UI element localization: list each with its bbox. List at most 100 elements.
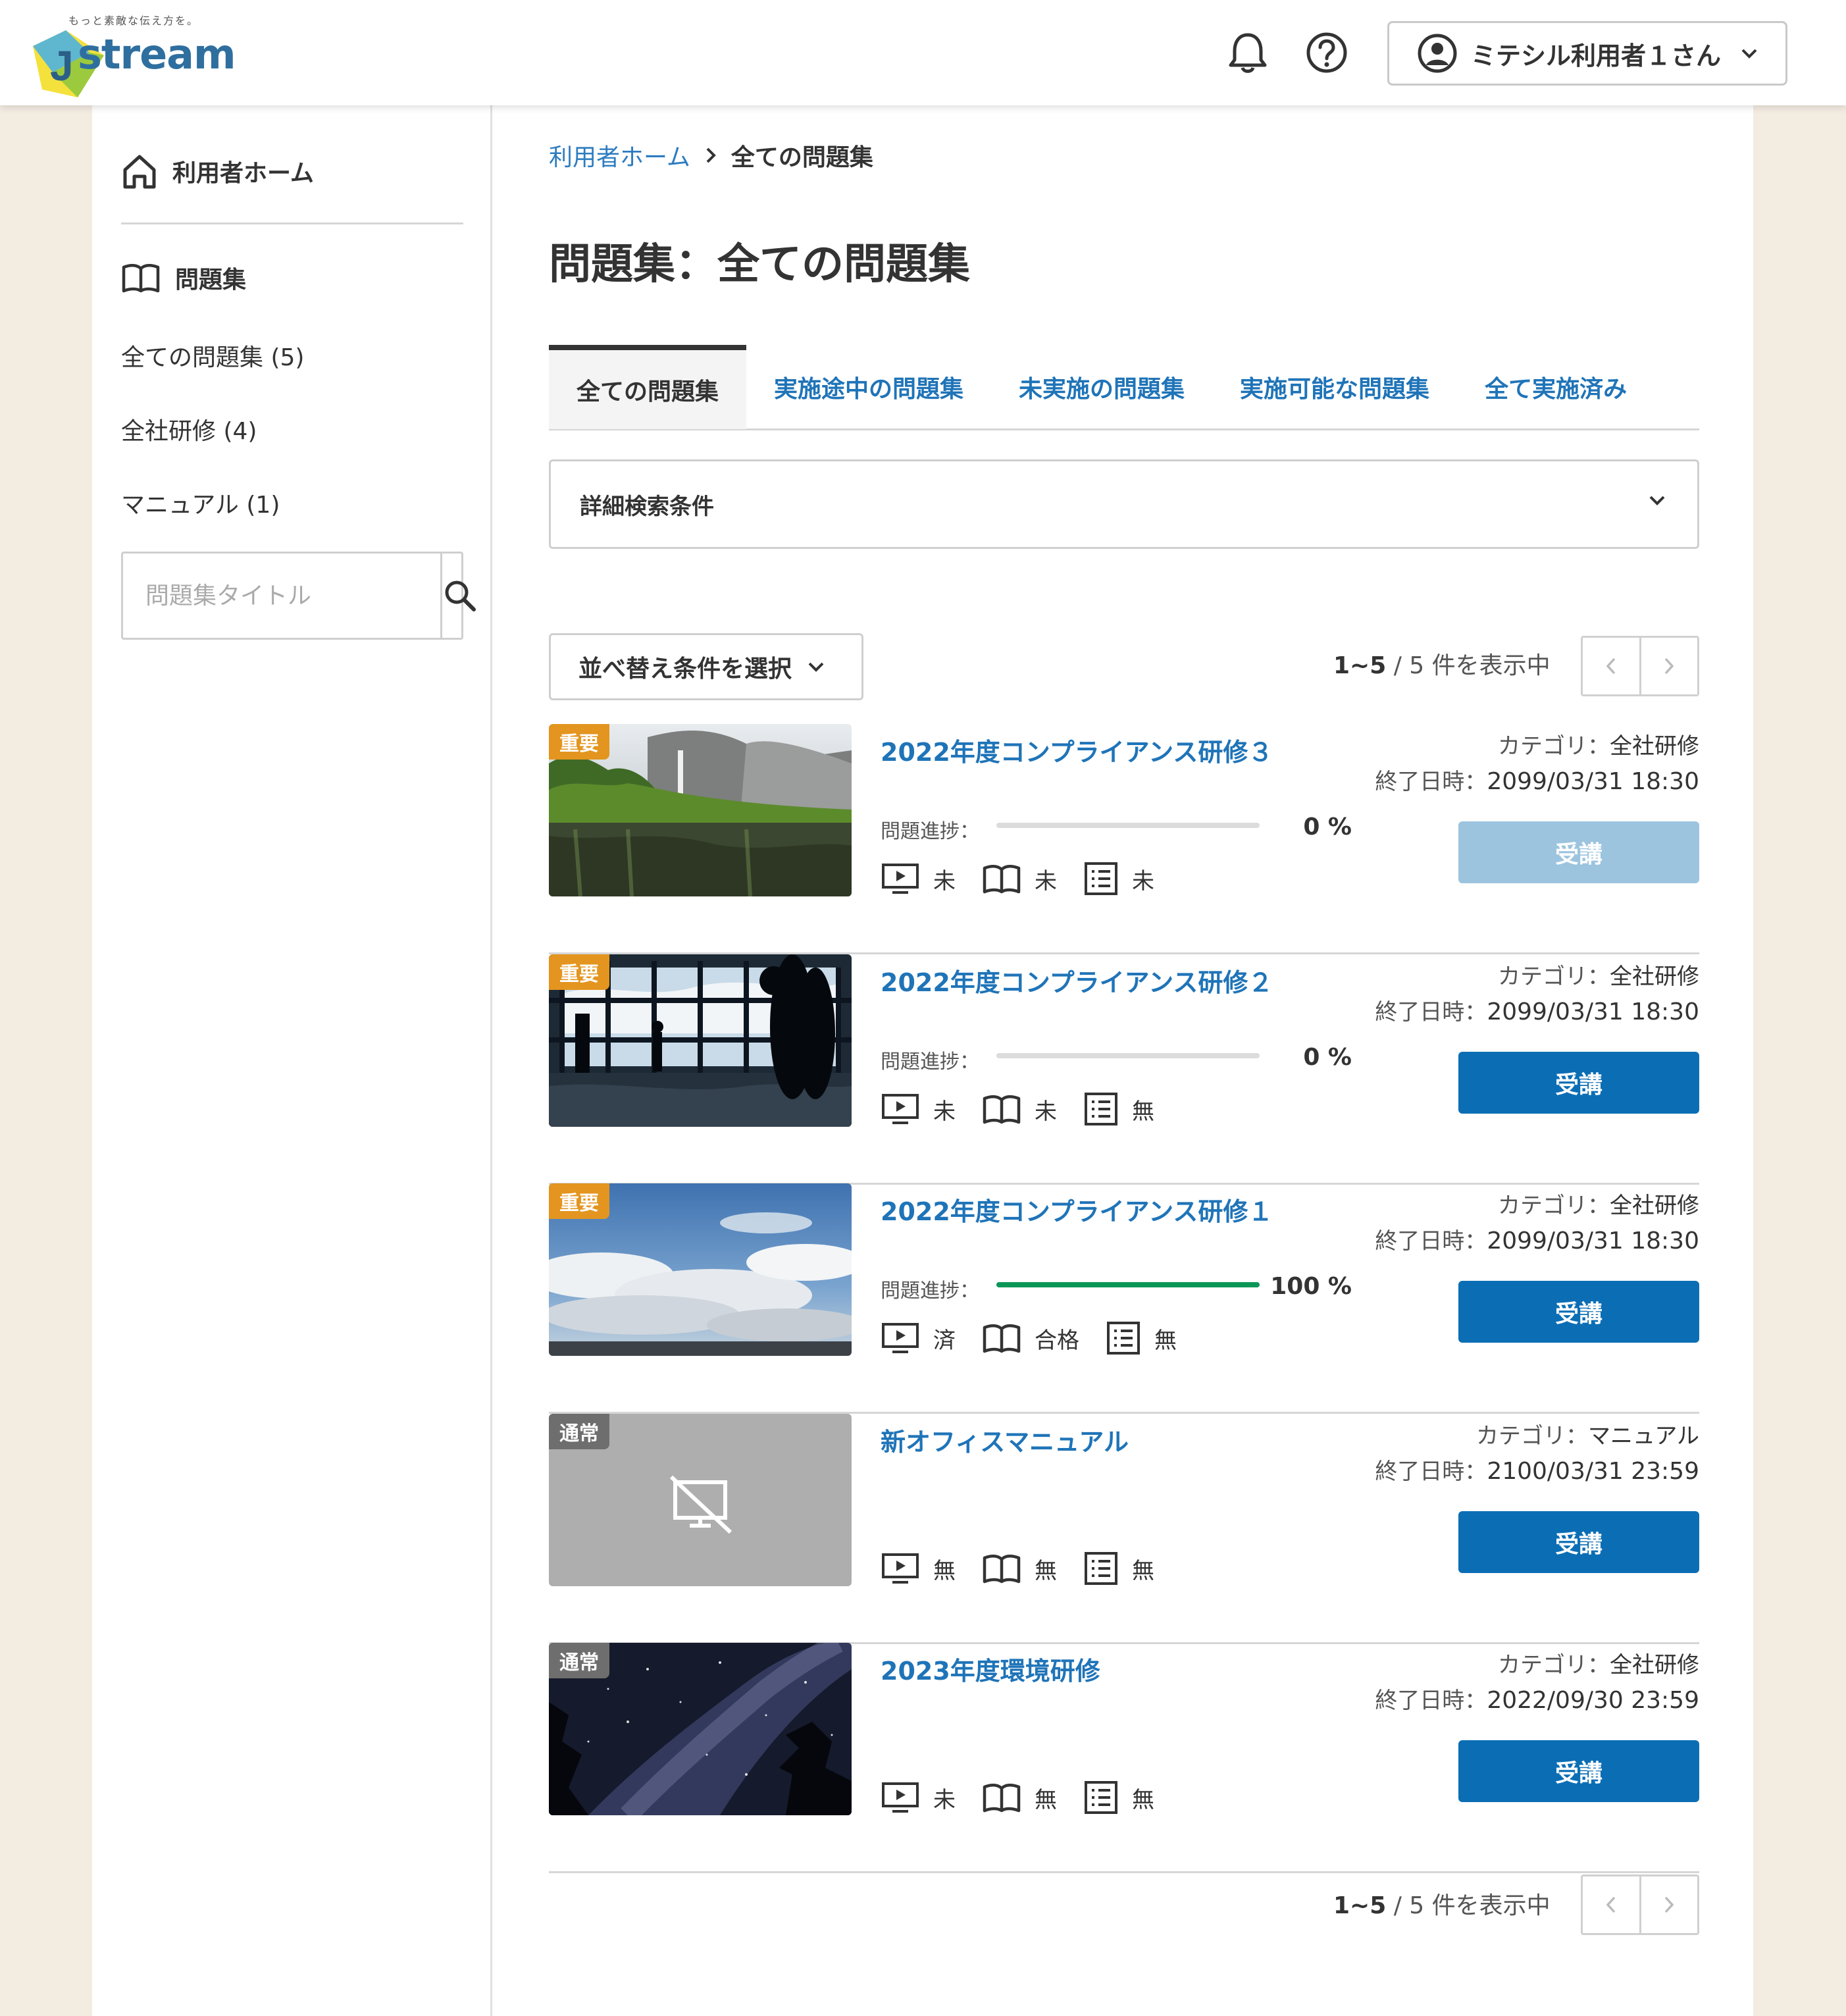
list-icon xyxy=(1085,862,1117,895)
course-title[interactable]: 2022年度コンプライアンス研修３ xyxy=(881,732,1273,768)
chevron-left-icon xyxy=(1606,1896,1616,1913)
sidebar-search xyxy=(121,552,476,640)
course-card: 通常 新オフィスマニュアル 無 無 無 カテゴリ：マニュアル 終了日時：2100… xyxy=(549,1414,1699,1644)
material-status: 未 xyxy=(982,863,1057,895)
survey-status: 無 xyxy=(1083,1551,1154,1586)
progress-label: 問題進捗： xyxy=(881,1050,979,1073)
tab-available[interactable]: 実施可能な問題集 xyxy=(1212,345,1457,429)
take-course-button[interactable]: 受講 xyxy=(1458,1740,1699,1802)
course-title[interactable]: 2023年度環境研修 xyxy=(881,1651,1100,1687)
end-prefix: 終了日時： xyxy=(1375,769,1487,795)
course-card: 重要 2022年度コンプライアンス研修２ 問題進捗： 0 % 未 未 無 カテゴ… xyxy=(549,954,1699,1185)
breadcrumb-home-link[interactable]: 利用者ホーム xyxy=(549,138,690,172)
sidebar-home-link[interactable]: 利用者ホーム xyxy=(120,151,314,191)
end-prefix: 終了日時： xyxy=(1375,999,1487,1025)
logo-text: stream xyxy=(78,30,236,78)
category-value: 全社研修 xyxy=(1610,964,1699,990)
video-status: 済 xyxy=(881,1322,956,1355)
help-circle-icon[interactable] xyxy=(1303,29,1350,76)
bell-icon[interactable] xyxy=(1224,29,1271,76)
breadcrumb: 利用者ホーム 全ての問題集 xyxy=(549,138,873,172)
video-status-text: 無 xyxy=(933,1557,956,1584)
priority-badge: 通常 xyxy=(549,1414,609,1449)
progress-bar xyxy=(996,1053,1260,1058)
sidebar-item-all[interactable]: 全ての問題集 (5) xyxy=(121,338,304,373)
list-icon xyxy=(1085,1093,1117,1125)
page-title: 問題集：全ての問題集 xyxy=(549,240,970,289)
end-prefix: 終了日時： xyxy=(1375,1459,1487,1485)
sidebar-home-label: 利用者ホーム xyxy=(172,160,314,187)
user-circle-icon xyxy=(1418,34,1457,73)
progress-bar xyxy=(996,823,1260,828)
search-icon xyxy=(445,581,476,611)
course-category: カテゴリ：マニュアル xyxy=(1476,1418,1699,1450)
tab-in-progress[interactable]: 実施途中の問題集 xyxy=(746,345,991,429)
pager-range: 1~5 xyxy=(1333,1892,1387,1919)
video-status: 未 xyxy=(881,1781,956,1814)
material-status: 無 xyxy=(982,1553,1057,1585)
end-prefix: 終了日時： xyxy=(1375,1688,1487,1714)
tab-all[interactable]: 全ての問題集 xyxy=(549,345,747,429)
course-category: カテゴリ：全社研修 xyxy=(1498,728,1699,760)
chevron-down-icon xyxy=(1741,49,1757,59)
sidebar-item-manual[interactable]: マニュアル (1) xyxy=(121,486,280,520)
sidebar-section-label: 問題集 xyxy=(175,267,247,294)
material-status-text: 無 xyxy=(1035,1786,1057,1813)
course-title[interactable]: 新オフィスマニュアル xyxy=(881,1422,1129,1458)
course-title[interactable]: 2022年度コンプライアンス研修２ xyxy=(881,962,1273,998)
search-button[interactable] xyxy=(440,554,478,638)
main-content: 利用者ホーム 全ての問題集 問題集：全ての問題集 全ての問題集 実施途中の問題集… xyxy=(492,105,1753,2016)
category-prefix: カテゴリ： xyxy=(1498,1193,1610,1219)
progress-label: 問題進捗： xyxy=(881,820,979,843)
course-card: 通常 2023年度環境研修 未 無 無 カテゴリ：全社研修 終了日時：2022/… xyxy=(549,1643,1699,1873)
course-title[interactable]: 2022年度コンプライアンス研修１ xyxy=(881,1191,1273,1228)
chevron-left-icon xyxy=(1606,658,1616,675)
course-thumbnail[interactable]: 通常 xyxy=(549,1414,852,1586)
advanced-search-label: 詳細検索条件 xyxy=(580,493,714,520)
category-value: 全社研修 xyxy=(1610,1193,1699,1219)
list-icon xyxy=(1085,1552,1117,1585)
course-thumbnail[interactable]: 重要 xyxy=(549,954,852,1127)
survey-status-text: 無 xyxy=(1132,1557,1154,1584)
priority-badge: 重要 xyxy=(549,954,609,990)
course-thumbnail[interactable]: 通常 xyxy=(549,1643,852,1815)
prev-page-button[interactable] xyxy=(1583,1876,1639,1933)
book-icon xyxy=(983,1555,1021,1584)
breadcrumb-current: 全ての問題集 xyxy=(731,144,873,171)
logo-initial: J xyxy=(50,42,74,90)
take-course-button[interactable]: 受講 xyxy=(1458,1511,1699,1573)
take-course-button[interactable]: 受講 xyxy=(1458,1281,1699,1343)
top-header: もっと素敵な伝え方を。 J stream ミテシル利用者１さん xyxy=(0,0,1846,105)
course-thumbnail[interactable]: 重要 xyxy=(549,724,852,896)
tab-completed[interactable]: 全て実施済み xyxy=(1457,345,1654,429)
video-status-text: 済 xyxy=(933,1327,956,1354)
category-prefix: カテゴリ： xyxy=(1498,964,1610,990)
survey-status-text: 無 xyxy=(1132,1786,1154,1813)
status-row: 未 未 未 xyxy=(881,861,1181,896)
video-icon xyxy=(882,864,919,894)
sidebar-item-company-training[interactable]: 全社研修 (4) xyxy=(121,412,257,446)
category-value: マニュアル xyxy=(1588,1423,1699,1449)
book-icon xyxy=(983,1324,1021,1353)
priority-badge: 重要 xyxy=(549,724,609,760)
material-status-text: 合格 xyxy=(1035,1327,1079,1354)
tab-not-started[interactable]: 未実施の問題集 xyxy=(991,345,1212,429)
pager-top xyxy=(1581,636,1699,696)
next-page-button[interactable] xyxy=(1639,638,1698,694)
sidebar: 利用者ホーム 問題集 全ての問題集 (5) 全社研修 (4) マニュアル (1) xyxy=(92,105,492,2016)
prev-page-button[interactable] xyxy=(1583,638,1639,694)
search-input[interactable] xyxy=(123,554,440,638)
video-status: 無 xyxy=(881,1552,956,1585)
course-category: カテゴリ：全社研修 xyxy=(1498,1187,1699,1220)
course-thumbnail[interactable]: 重要 xyxy=(549,1183,852,1356)
user-menu-button[interactable]: ミテシル利用者１さん xyxy=(1387,21,1787,86)
jstream-logo[interactable]: もっと素敵な伝え方を。 J stream xyxy=(26,12,236,97)
advanced-search-toggle[interactable]: 詳細検索条件 xyxy=(549,459,1699,549)
video-icon xyxy=(882,1094,919,1124)
sort-dropdown[interactable]: 並べ替え条件を選択 xyxy=(549,633,863,700)
end-value: 2100/03/31 23:59 xyxy=(1487,1458,1699,1485)
book-icon xyxy=(122,264,160,293)
take-course-button[interactable]: 受講 xyxy=(1458,821,1699,883)
next-page-button[interactable] xyxy=(1639,1876,1698,1933)
take-course-button[interactable]: 受講 xyxy=(1458,1052,1699,1114)
